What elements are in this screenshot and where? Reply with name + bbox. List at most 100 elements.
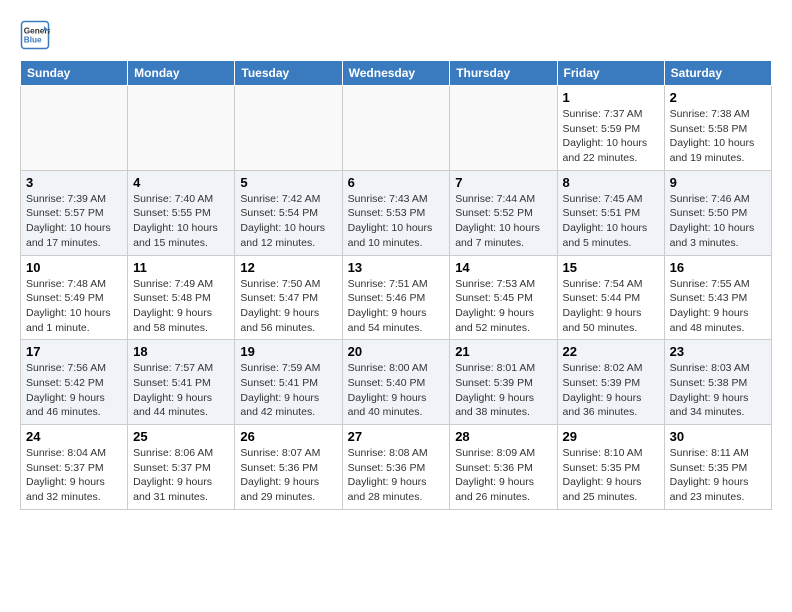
- calendar-cell: 16 Sunrise: 7:55 AM Sunset: 5:43 PM Dayli…: [664, 255, 771, 340]
- day-info: Sunrise: 8:04 AM Sunset: 5:37 PM Dayligh…: [26, 446, 122, 505]
- day-number: 14: [455, 260, 551, 275]
- calendar-cell: 1Sunrise: 7:37 AM Sunset: 5:59 PM Daylig…: [557, 86, 664, 171]
- calendar-cell: 8Sunrise: 7:45 AM Sunset: 5:51 PM Daylig…: [557, 170, 664, 255]
- column-header-thursday: Thursday: [450, 61, 557, 86]
- day-info: Sunrise: 7:56 AM Sunset: 5:42 PM Dayligh…: [26, 361, 122, 420]
- column-header-tuesday: Tuesday: [235, 61, 342, 86]
- day-info: Sunrise: 7:59 AM Sunset: 5:41 PM Dayligh…: [240, 361, 336, 420]
- calendar-cell: 14 Sunrise: 7:53 AM Sunset: 5:45 PM Dayli…: [450, 255, 557, 340]
- day-number: 23: [670, 344, 766, 359]
- day-info: Sunrise: 8:02 AM Sunset: 5:39 PM Dayligh…: [563, 361, 659, 420]
- day-number: 11: [133, 260, 229, 275]
- day-number: 13: [348, 260, 445, 275]
- svg-text:Blue: Blue: [24, 36, 42, 45]
- calendar-week-5: 24 Sunrise: 8:04 AM Sunset: 5:37 PM Dayli…: [21, 425, 772, 510]
- day-info: Sunrise: 7:44 AM Sunset: 5:52 PM Dayligh…: [455, 192, 551, 251]
- calendar-cell: 23 Sunrise: 8:03 AM Sunset: 5:38 PM Dayli…: [664, 340, 771, 425]
- logo: General Blue: [20, 20, 56, 50]
- day-info: Sunrise: 8:07 AM Sunset: 5:36 PM Dayligh…: [240, 446, 336, 505]
- calendar-cell: 27 Sunrise: 8:08 AM Sunset: 5:36 PM Dayli…: [342, 425, 450, 510]
- column-header-friday: Friday: [557, 61, 664, 86]
- calendar-cell: 10 Sunrise: 7:48 AM Sunset: 5:49 PM Dayli…: [21, 255, 128, 340]
- day-number: 5: [240, 175, 336, 190]
- day-info: Sunrise: 8:00 AM Sunset: 5:40 PM Dayligh…: [348, 361, 445, 420]
- day-number: 28: [455, 429, 551, 444]
- calendar-cell: 13 Sunrise: 7:51 AM Sunset: 5:46 PM Dayli…: [342, 255, 450, 340]
- day-info: Sunrise: 8:08 AM Sunset: 5:36 PM Dayligh…: [348, 446, 445, 505]
- calendar-cell: 26 Sunrise: 8:07 AM Sunset: 5:36 PM Dayli…: [235, 425, 342, 510]
- calendar-cell: 17 Sunrise: 7:56 AM Sunset: 5:42 PM Dayli…: [21, 340, 128, 425]
- day-info: Sunrise: 7:42 AM Sunset: 5:54 PM Dayligh…: [240, 192, 336, 251]
- calendar-cell: [450, 86, 557, 171]
- day-number: 4: [133, 175, 229, 190]
- calendar-cell: 6Sunrise: 7:43 AM Sunset: 5:53 PM Daylig…: [342, 170, 450, 255]
- day-info: Sunrise: 8:11 AM Sunset: 5:35 PM Dayligh…: [670, 446, 766, 505]
- day-number: 22: [563, 344, 659, 359]
- svg-text:General: General: [24, 27, 50, 36]
- calendar-cell: 22 Sunrise: 8:02 AM Sunset: 5:39 PM Dayli…: [557, 340, 664, 425]
- day-number: 18: [133, 344, 229, 359]
- calendar-cell: 30 Sunrise: 8:11 AM Sunset: 5:35 PM Dayli…: [664, 425, 771, 510]
- calendar-cell: 25 Sunrise: 8:06 AM Sunset: 5:37 PM Dayli…: [128, 425, 235, 510]
- day-info: Sunrise: 7:54 AM Sunset: 5:44 PM Dayligh…: [563, 277, 659, 336]
- calendar-week-4: 17 Sunrise: 7:56 AM Sunset: 5:42 PM Dayli…: [21, 340, 772, 425]
- calendar-header-row: SundayMondayTuesdayWednesdayThursdayFrid…: [21, 61, 772, 86]
- day-number: 7: [455, 175, 551, 190]
- day-number: 25: [133, 429, 229, 444]
- day-info: Sunrise: 7:53 AM Sunset: 5:45 PM Dayligh…: [455, 277, 551, 336]
- day-info: Sunrise: 7:48 AM Sunset: 5:49 PM Dayligh…: [26, 277, 122, 336]
- calendar-cell: 9 Sunrise: 7:46 AM Sunset: 5:50 PM Daylig…: [664, 170, 771, 255]
- day-number: 16: [670, 260, 766, 275]
- day-info: Sunrise: 8:10 AM Sunset: 5:35 PM Dayligh…: [563, 446, 659, 505]
- day-info: Sunrise: 8:01 AM Sunset: 5:39 PM Dayligh…: [455, 361, 551, 420]
- column-header-saturday: Saturday: [664, 61, 771, 86]
- calendar-cell: 15Sunrise: 7:54 AM Sunset: 5:44 PM Dayli…: [557, 255, 664, 340]
- day-info: Sunrise: 7:46 AM Sunset: 5:50 PM Dayligh…: [670, 192, 766, 251]
- day-info: Sunrise: 7:45 AM Sunset: 5:51 PM Dayligh…: [563, 192, 659, 251]
- calendar: SundayMondayTuesdayWednesdayThursdayFrid…: [20, 60, 772, 510]
- day-info: Sunrise: 7:50 AM Sunset: 5:47 PM Dayligh…: [240, 277, 336, 336]
- calendar-cell: 28 Sunrise: 8:09 AM Sunset: 5:36 PM Dayli…: [450, 425, 557, 510]
- day-number: 30: [670, 429, 766, 444]
- day-info: Sunrise: 7:38 AM Sunset: 5:58 PM Dayligh…: [670, 107, 766, 166]
- day-info: Sunrise: 7:39 AM Sunset: 5:57 PM Dayligh…: [26, 192, 122, 251]
- day-info: Sunrise: 8:09 AM Sunset: 5:36 PM Dayligh…: [455, 446, 551, 505]
- day-number: 27: [348, 429, 445, 444]
- calendar-cell: [235, 86, 342, 171]
- calendar-cell: 24 Sunrise: 8:04 AM Sunset: 5:37 PM Dayli…: [21, 425, 128, 510]
- calendar-cell: 21Sunrise: 8:01 AM Sunset: 5:39 PM Dayli…: [450, 340, 557, 425]
- day-info: Sunrise: 7:40 AM Sunset: 5:55 PM Dayligh…: [133, 192, 229, 251]
- calendar-cell: [342, 86, 450, 171]
- day-info: Sunrise: 7:43 AM Sunset: 5:53 PM Dayligh…: [348, 192, 445, 251]
- day-info: Sunrise: 7:51 AM Sunset: 5:46 PM Dayligh…: [348, 277, 445, 336]
- day-number: 12: [240, 260, 336, 275]
- day-info: Sunrise: 7:57 AM Sunset: 5:41 PM Dayligh…: [133, 361, 229, 420]
- day-info: Sunrise: 7:37 AM Sunset: 5:59 PM Dayligh…: [563, 107, 659, 166]
- day-number: 24: [26, 429, 122, 444]
- calendar-cell: [128, 86, 235, 171]
- logo-icon: General Blue: [20, 20, 50, 50]
- day-info: Sunrise: 7:49 AM Sunset: 5:48 PM Dayligh…: [133, 277, 229, 336]
- day-info: Sunrise: 7:55 AM Sunset: 5:43 PM Dayligh…: [670, 277, 766, 336]
- day-info: Sunrise: 8:06 AM Sunset: 5:37 PM Dayligh…: [133, 446, 229, 505]
- day-number: 26: [240, 429, 336, 444]
- column-header-sunday: Sunday: [21, 61, 128, 86]
- calendar-week-3: 10 Sunrise: 7:48 AM Sunset: 5:49 PM Dayli…: [21, 255, 772, 340]
- calendar-cell: 12 Sunrise: 7:50 AM Sunset: 5:47 PM Dayli…: [235, 255, 342, 340]
- calendar-week-2: 3 Sunrise: 7:39 AM Sunset: 5:57 PM Daylig…: [21, 170, 772, 255]
- day-number: 17: [26, 344, 122, 359]
- calendar-cell: 11 Sunrise: 7:49 AM Sunset: 5:48 PM Dayli…: [128, 255, 235, 340]
- calendar-cell: [21, 86, 128, 171]
- calendar-cell: 20 Sunrise: 8:00 AM Sunset: 5:40 PM Dayli…: [342, 340, 450, 425]
- day-number: 9: [670, 175, 766, 190]
- day-number: 3: [26, 175, 122, 190]
- calendar-cell: 7 Sunrise: 7:44 AM Sunset: 5:52 PM Daylig…: [450, 170, 557, 255]
- calendar-cell: 19Sunrise: 7:59 AM Sunset: 5:41 PM Dayli…: [235, 340, 342, 425]
- day-info: Sunrise: 8:03 AM Sunset: 5:38 PM Dayligh…: [670, 361, 766, 420]
- day-number: 10: [26, 260, 122, 275]
- calendar-cell: 2Sunrise: 7:38 AM Sunset: 5:58 PM Daylig…: [664, 86, 771, 171]
- column-header-monday: Monday: [128, 61, 235, 86]
- day-number: 20: [348, 344, 445, 359]
- calendar-cell: 4 Sunrise: 7:40 AM Sunset: 5:55 PM Daylig…: [128, 170, 235, 255]
- calendar-cell: 29Sunrise: 8:10 AM Sunset: 5:35 PM Dayli…: [557, 425, 664, 510]
